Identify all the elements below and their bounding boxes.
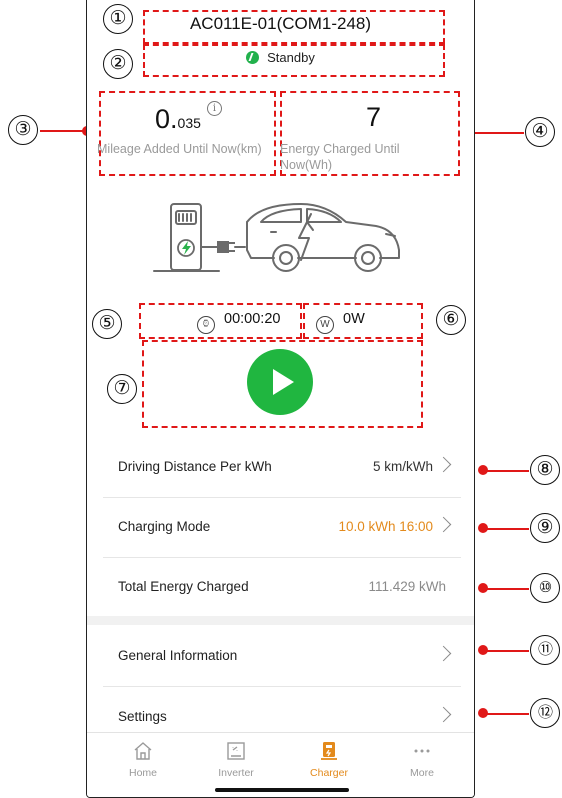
row-label: Total Energy Charged <box>118 579 249 594</box>
mileage-label: Mileage Added Until Now(km) <box>97 142 262 156</box>
chevron-right-icon <box>435 516 452 533</box>
status-label: Standby <box>267 50 315 65</box>
chevron-right-icon <box>435 706 452 723</box>
row-label: Settings <box>118 709 167 724</box>
leader-dot-12 <box>478 708 488 718</box>
leader-line-3 <box>40 130 84 132</box>
section-divider <box>87 616 474 625</box>
chevron-right-icon <box>435 456 452 473</box>
more-icon <box>414 749 430 753</box>
lightning-status-icon <box>246 51 260 64</box>
charge-timer: ⌚︎ 00:00:20 <box>197 311 280 334</box>
power-readout: W 0W <box>316 311 365 334</box>
row-general-information[interactable]: General Information <box>103 627 461 687</box>
tab-inverter[interactable]: Inverter <box>196 741 276 779</box>
mileage-value-decimal: 035 <box>177 115 201 131</box>
marker-7: ⑦ <box>107 374 137 404</box>
mileage-value: 0.035 <box>155 104 201 135</box>
leader-dot-8 <box>478 465 488 475</box>
tab-charger[interactable]: Charger <box>289 741 369 779</box>
marker-11: ⑪ <box>530 635 560 665</box>
power-value: 0W <box>343 311 365 327</box>
tab-home[interactable]: Home <box>103 741 183 779</box>
row-label: General Information <box>118 648 238 663</box>
leader-line-11 <box>485 650 529 652</box>
leader-line-12 <box>485 713 529 715</box>
energy-label: Energy Charged Until Now(Wh) <box>280 141 460 173</box>
energy-label-line1: Energy Charged Until <box>280 142 400 156</box>
charger-screen: ① AC011E-01(COM1-248) ② Standby 0.035 i … <box>86 0 475 798</box>
tab-label: Home <box>128 767 157 779</box>
row-value: 5 km/kWh <box>372 459 433 474</box>
status-indicator: Standby <box>87 50 474 65</box>
row-total-energy: Total Energy Charged 111.429 kWh <box>103 558 461 618</box>
tab-label: Inverter <box>218 767 254 779</box>
mileage-value-main: 0. <box>155 104 178 134</box>
energy-label-line2: Now(Wh) <box>280 158 333 172</box>
device-title: AC011E-01(COM1-248) <box>189 14 372 33</box>
tab-more[interactable]: More <box>382 741 462 779</box>
leader-dot-10 <box>478 583 488 593</box>
leader-dot-11 <box>478 645 488 655</box>
power-watt-icon: W <box>316 316 334 334</box>
row-label: Driving Distance Per kWh <box>118 459 272 474</box>
row-driving-distance[interactable]: Driving Distance Per kWh 5 km/kWh <box>103 438 461 498</box>
leader-line-8 <box>485 470 529 472</box>
marker-8: ⑧ <box>530 455 560 485</box>
energy-value: 7 <box>366 102 382 132</box>
leader-line-4 <box>470 132 524 134</box>
row-value: 111.429 kWh <box>368 579 446 594</box>
row-value: 10.0 kWh 16:00 <box>338 519 433 534</box>
leader-dot-9 <box>478 523 488 533</box>
marker-3: ③ <box>8 115 38 145</box>
marker-5: ⑤ <box>92 309 122 339</box>
info-icon[interactable]: i <box>207 101 222 116</box>
leader-line-10 <box>485 588 529 590</box>
marker-10: ⑩ <box>530 573 560 603</box>
clock-icon: ⌚︎ <box>197 316 215 334</box>
home-indicator[interactable] <box>215 788 349 792</box>
timer-value: 00:00:20 <box>224 311 281 327</box>
charger-icon <box>321 742 337 760</box>
tab-label: More <box>410 767 434 779</box>
marker-12: ⑫ <box>530 698 560 728</box>
chevron-right-icon <box>435 645 452 662</box>
inverter-icon <box>227 742 245 760</box>
row-label: Charging Mode <box>118 519 211 534</box>
ev-charging-illustration <box>153 203 400 272</box>
tab-label: Charger <box>310 767 348 779</box>
row-charging-mode[interactable]: Charging Mode 10.0 kWh 16:00 <box>103 498 461 558</box>
leader-line-9 <box>485 528 529 530</box>
start-charging-button[interactable] <box>247 349 313 415</box>
home-icon <box>134 742 152 760</box>
marker-6: ⑥ <box>436 305 466 335</box>
marker-4: ④ <box>525 117 555 147</box>
marker-9: ⑨ <box>530 513 560 543</box>
